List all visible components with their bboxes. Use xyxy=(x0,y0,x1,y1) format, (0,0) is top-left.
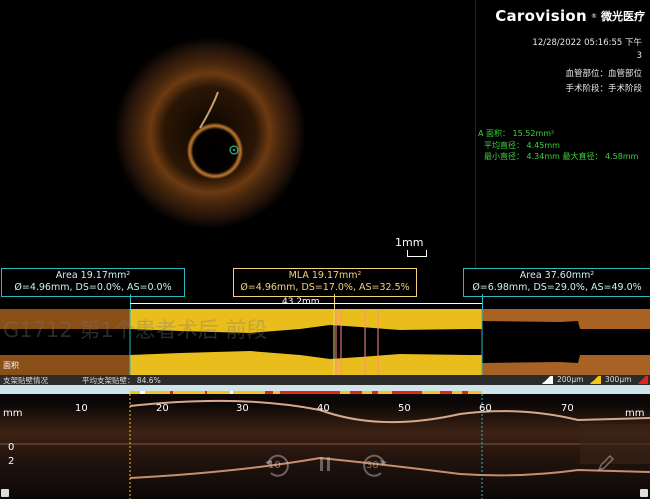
axis-unit-right: mm xyxy=(625,408,645,419)
axis-tick: 50 xyxy=(398,403,411,414)
legend-200-swatch xyxy=(539,376,553,384)
scale-bar-label: 1mm xyxy=(395,236,424,249)
forward-label: 30 xyxy=(366,460,379,471)
right-scroll-handle[interactable] xyxy=(640,489,648,497)
pause-button[interactable] xyxy=(318,455,332,475)
axis-tick: 30 xyxy=(236,403,249,414)
oct-cross-section-image xyxy=(114,37,306,229)
lumen-area-label: 面积 xyxy=(3,361,19,370)
axis-tick: 40 xyxy=(317,403,330,414)
procedure-phase: 手术阶段：手术阶段 xyxy=(565,84,642,94)
area-measurement: A 面积： 15.52mm² xyxy=(478,129,555,138)
depth-tick: 0 xyxy=(8,442,15,453)
vessel-location: 血管部位：血管部位 xyxy=(565,69,642,79)
mla-callout[interactable]: MLA 19.17mm² Ø=4.96mm, DS=17.0%, AS=32.5… xyxy=(233,268,417,297)
lumen-profile-view[interactable]: G1712 第1个患者术后 前段 面积 xyxy=(0,309,650,375)
axis-tick: 20 xyxy=(156,403,169,414)
edit-button[interactable] xyxy=(596,453,616,473)
brand-name-cn: 微光医疗 xyxy=(601,10,645,23)
callout-detail: Ø=4.96mm, DS=0.0%, AS=0.0% xyxy=(14,282,172,293)
rewind-button[interactable]: 10 xyxy=(262,452,292,482)
oct-cross-section-view[interactable]: 1mm xyxy=(0,0,475,268)
forward-button[interactable]: 30 xyxy=(360,452,390,482)
depth-tick: 2 xyxy=(8,456,15,467)
brand-logo: Carovision ® 微光医疗 xyxy=(495,7,645,25)
pause-icon xyxy=(320,457,330,471)
axis-tick: 70 xyxy=(561,403,574,414)
callout-connector xyxy=(482,294,483,309)
watermark-text: G1712 第1个患者术后 前段 xyxy=(3,318,268,342)
scale-bar xyxy=(407,250,427,257)
distal-area-callout[interactable]: Area 37.60mm² Ø=6.98mm, DS=29.0%, AS=49.… xyxy=(463,268,650,297)
callout-connector xyxy=(334,294,335,309)
legend-200-label: 200μm xyxy=(557,375,584,384)
frame-number: 3 xyxy=(636,51,642,61)
reference-area-callout[interactable]: Area 19.17mm² Ø=4.96mm, DS=0.0%, AS=0.0% xyxy=(1,268,185,297)
callout-title: Area 37.60mm² xyxy=(519,270,595,281)
apposition-strip[interactable] xyxy=(0,385,650,400)
avg-diameter-measurement: 平均直径： 4.45mm xyxy=(484,141,560,150)
brand-registered-mark: ® xyxy=(591,12,597,20)
apposition-header: 支架贴壁情况 平均支架贴壁： 84.6% 200μm 300μm xyxy=(0,375,650,385)
longitudinal-view[interactable]: mm mm 10 20 30 40 50 60 70 0 2 10 30 xyxy=(0,394,650,499)
datetime-text: 12/28/2022 05:16:55 下午 xyxy=(532,38,642,48)
pencil-icon xyxy=(597,454,615,472)
oct-viewer: 1mm Carovision ® 微光医疗 12/28/2022 05:16:55… xyxy=(0,0,650,499)
callout-title: Area 19.17mm² xyxy=(55,270,131,281)
callout-detail: Ø=4.96mm, DS=17.0%, AS=32.5% xyxy=(240,282,410,293)
brand-name: Carovision xyxy=(495,7,587,25)
callout-title: MLA 19.17mm² xyxy=(288,270,362,281)
rewind-label: 10 xyxy=(268,460,281,471)
legend-alert-swatch xyxy=(636,376,648,384)
axis-tick: 60 xyxy=(479,403,492,414)
min-max-diameter-measurement: 最小直径： 4.34mm 最大直径： 4.58mm xyxy=(484,152,639,161)
length-measure-label: 43.2mm xyxy=(282,297,320,307)
callout-detail: Ø=6.98mm, DS=29.0%, AS=49.0% xyxy=(472,282,642,293)
axis-tick: 10 xyxy=(75,403,88,414)
left-scroll-handle[interactable] xyxy=(1,489,9,497)
axis-unit-left: mm xyxy=(3,408,23,419)
legend-300-swatch xyxy=(587,376,601,384)
callout-connector xyxy=(130,294,131,309)
legend-300-label: 300μm xyxy=(605,375,632,384)
